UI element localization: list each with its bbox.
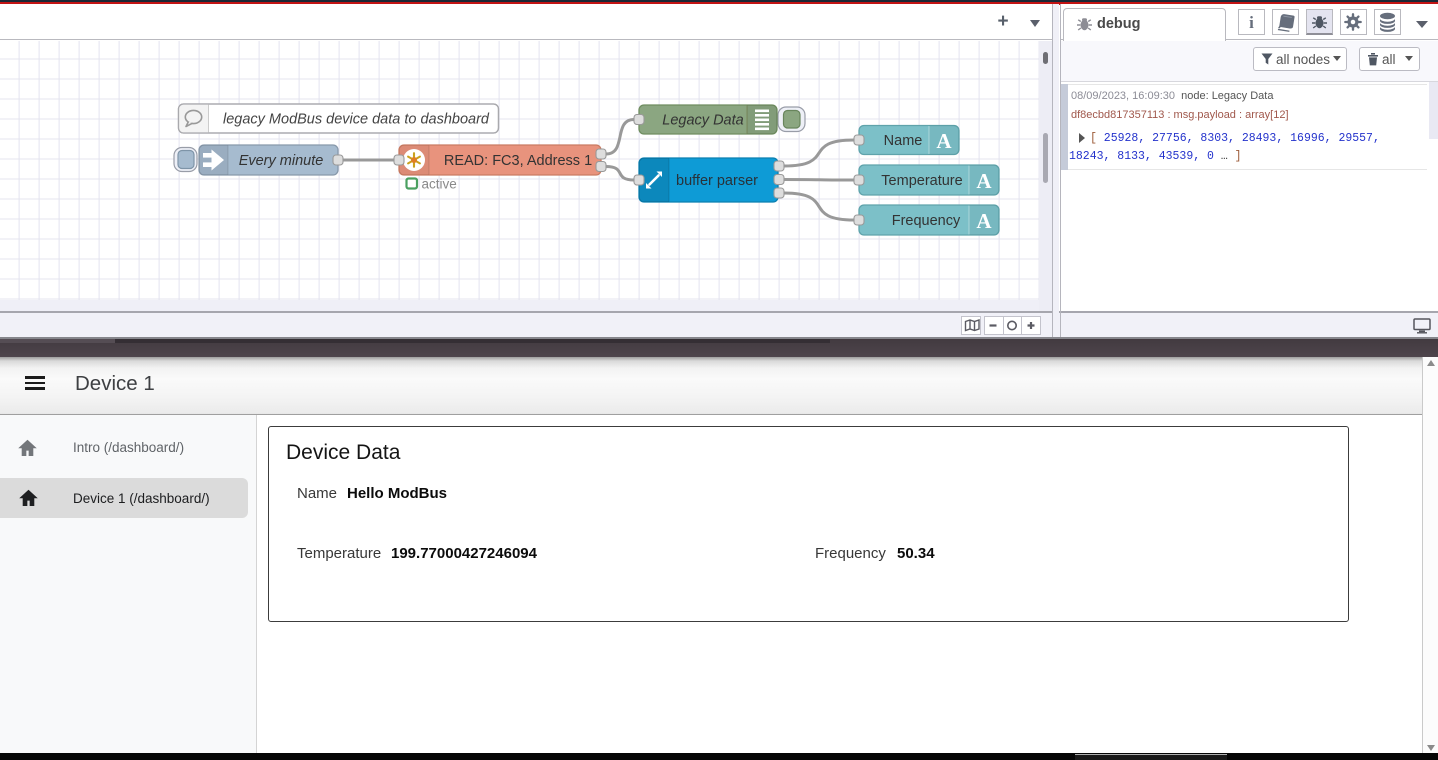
svg-text:Temperature: Temperature — [881, 173, 962, 189]
svg-text:READ: FC3, Address 1: READ: FC3, Address 1 — [444, 153, 592, 169]
svg-text:Every minute: Every minute — [239, 153, 324, 169]
svg-text:A: A — [976, 209, 992, 233]
svg-text:legacy ModBus device data to d: legacy ModBus device data to dashboard — [223, 112, 490, 128]
svg-text:buffer parser: buffer parser — [676, 173, 758, 189]
svg-text:Legacy Data: Legacy Data — [662, 113, 743, 129]
svg-text:A: A — [976, 169, 992, 193]
svg-text:active: active — [422, 177, 457, 192]
svg-text:Name: Name — [884, 133, 923, 149]
svg-text:Frequency: Frequency — [892, 213, 961, 229]
svg-text:A: A — [936, 129, 952, 153]
